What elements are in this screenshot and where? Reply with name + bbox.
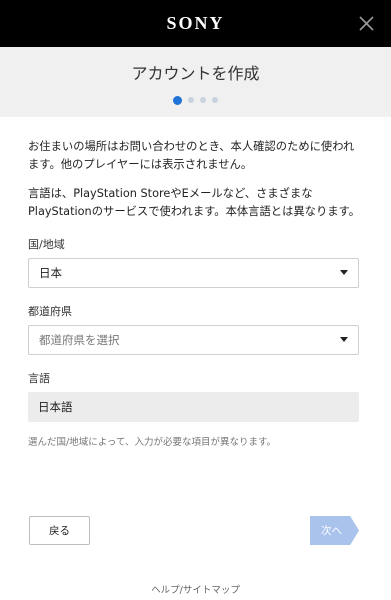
location-explanation: お住まいの場所はお問い合わせのとき、本人確認のために使われます。他のプレイヤーに… — [28, 140, 355, 171]
top-bar: SONY — [0, 0, 391, 47]
language-label: 言語 — [28, 372, 50, 385]
chevron-down-icon — [340, 270, 348, 275]
step-dot-3 — [200, 97, 206, 103]
step-dot-4 — [212, 97, 218, 103]
form-content: お住まいの場所はお問い合わせのとき、本人確認のために使われます。他のプレイヤーに… — [28, 138, 361, 448]
prefecture-select[interactable]: 都道府県を選択 — [28, 325, 359, 355]
country-label: 国/地域 — [28, 238, 65, 251]
close-icon[interactable] — [358, 15, 375, 32]
sony-logo: SONY — [166, 13, 225, 33]
chevron-down-icon — [340, 337, 348, 342]
form-note: 選んだ国/地域によって、入力が必要な項目が異なります。 — [28, 437, 277, 448]
prefecture-label: 都道府県 — [28, 305, 72, 318]
step-dot-2 — [188, 97, 194, 103]
step-indicator — [0, 95, 391, 105]
page-title: アカウントを作成 — [131, 64, 260, 83]
country-select[interactable]: 日本 — [28, 258, 359, 288]
step-dot-1 — [173, 95, 182, 105]
language-value: 日本語 — [28, 392, 359, 422]
next-button[interactable]: 次へ — [310, 516, 359, 545]
back-button[interactable]: 戻る — [29, 516, 90, 545]
country-value: 日本 — [39, 266, 62, 280]
help-sitemap-link[interactable]: ヘルプ/サイトマップ — [0, 582, 391, 596]
prefecture-placeholder: 都道府県を選択 — [39, 333, 120, 347]
language-explanation: 言語は、PlayStation StoreやEメールなど、さまざまなPlaySt… — [28, 187, 361, 218]
page-header: アカウントを作成 — [0, 47, 391, 117]
